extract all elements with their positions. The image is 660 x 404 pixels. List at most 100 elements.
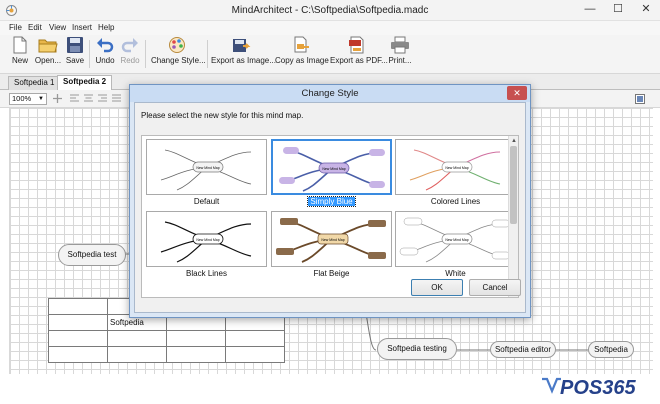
menu-view[interactable]: View (49, 23, 66, 32)
mindmap-preview: New Mind Map (160, 149, 252, 191)
tab-softpedia-1[interactable]: Softpedia 1 (8, 76, 61, 90)
export-pdf-button[interactable]: Export as PDF... (330, 36, 388, 71)
style-thumb-default[interactable]: New Mind Map (146, 139, 267, 195)
style-name: White (445, 269, 466, 278)
style-thumb-flat-beige[interactable]: New Mind Map (271, 211, 392, 267)
table-cell[interactable] (225, 330, 285, 347)
style-name: Simply Blue (307, 196, 356, 207)
thumb-center-text: New Mind Map (322, 167, 345, 171)
node-softpedia-test[interactable]: Softpedia test (58, 244, 126, 266)
scrollbar-thumb[interactable] (510, 146, 517, 224)
toolbar-separator (207, 40, 208, 68)
pos365-logo-icon: POS365 (542, 377, 636, 399)
add-icon[interactable] (53, 94, 62, 103)
mindmap-preview: New Mind Map (160, 221, 252, 263)
dialog-body: Please select the new style for this min… (134, 102, 526, 313)
style-label-colored-lines: Colored Lines (395, 197, 516, 206)
align-left-icon[interactable] (70, 94, 79, 103)
table-cell[interactable] (166, 346, 226, 363)
table-cell[interactable] (107, 330, 167, 347)
sidebar-toggle-icon[interactable] (635, 94, 645, 104)
node-softpedia-editor[interactable]: Softpedia editor (490, 341, 556, 358)
app-window: MindArchitect - C:\Softpedia\Softpedia.m… (0, 0, 660, 404)
style-label-white: White (395, 269, 516, 278)
table-cell[interactable] (107, 346, 167, 363)
cancel-button[interactable]: Cancel (469, 279, 521, 296)
undo-icon (97, 38, 114, 53)
new-button[interactable]: New (8, 36, 32, 71)
redo-button[interactable]: Redo (119, 36, 141, 71)
undo-button[interactable]: Undo (93, 36, 117, 71)
change-style-button[interactable]: Change Style... (151, 36, 206, 71)
align-right-icon[interactable] (98, 94, 107, 103)
style-label-simply-blue: Simply Blue (271, 196, 392, 207)
open-folder-icon (38, 39, 58, 53)
ok-button[interactable]: OK (411, 279, 463, 296)
table-cell[interactable] (48, 314, 108, 331)
window-title: MindArchitect - C:\Softpedia\Softpedia.m… (231, 5, 429, 16)
dialog-instruction: Please select the new style for this min… (141, 111, 304, 120)
table-cell[interactable] (166, 330, 226, 347)
style-list-scrollbar[interactable]: ▲ ▼ (508, 136, 518, 297)
mindmap-preview: New Mind Map (276, 218, 386, 263)
style-label-black-lines: Black Lines (146, 269, 267, 278)
copy-image-button[interactable]: Copy as Image (275, 36, 329, 71)
dialog-close-button[interactable]: ✕ (507, 86, 527, 100)
thumb-center-text: New Mind Map (321, 238, 344, 242)
close-icon: ✕ (641, 3, 651, 15)
save-button[interactable]: Save (63, 36, 87, 71)
scroll-up-icon[interactable]: ▲ (510, 137, 518, 145)
menu-insert[interactable]: Insert (72, 23, 92, 32)
menu-edit[interactable]: Edit (28, 23, 42, 32)
change-style-dialog: Change Style ✕ Please select the new sty… (129, 84, 531, 318)
menu-help[interactable]: Help (98, 23, 114, 32)
export-image-label: Export as Image... (211, 56, 276, 65)
chevron-down-icon: ▼ (38, 96, 44, 102)
style-thumb-black-lines[interactable]: New Mind Map (146, 211, 267, 267)
mindmap-preview: New Mind Map (409, 149, 501, 191)
style-name: Black Lines (186, 269, 227, 278)
close-button[interactable]: ✕ (632, 0, 660, 20)
export-image-icon (233, 39, 251, 52)
copy-image-label: Copy as Image (275, 56, 329, 65)
export-pdf-label: Export as PDF... (330, 56, 388, 65)
open-button[interactable]: Open... (34, 36, 62, 71)
style-thumb-white[interactable]: New Mind Map (395, 211, 516, 267)
thumb-center-text: New Mind Map (196, 166, 219, 170)
zoom-select[interactable]: 100% ▼ (9, 93, 47, 105)
node-softpedia[interactable]: Softpedia (588, 341, 634, 358)
style-thumb-colored-lines[interactable]: New Mind Map (395, 139, 516, 195)
new-label: New (11, 56, 28, 65)
export-image-button[interactable]: Export as Image... (211, 36, 276, 71)
zoom-value: 100% (12, 94, 32, 103)
redo-label: Redo (120, 56, 140, 65)
watermark-text: POS365 (560, 377, 636, 399)
undo-label: Undo (95, 56, 115, 65)
table-cell[interactable] (48, 330, 108, 347)
minimize-icon: — (584, 3, 596, 15)
open-label: Open... (34, 56, 62, 65)
style-name: Flat Beige (313, 269, 350, 278)
node-softpedia-testing[interactable]: Softpedia testing (377, 338, 457, 360)
tab-softpedia-2[interactable]: Softpedia 2 (57, 75, 113, 91)
dialog-title: Change Style (130, 85, 530, 102)
table-cell[interactable] (48, 298, 108, 315)
thumb-center-text: New Mind Map (196, 238, 219, 242)
align-justify-icon[interactable] (112, 94, 121, 103)
print-button[interactable]: Print... (386, 36, 414, 71)
style-label-flat-beige: Flat Beige (271, 269, 392, 278)
minimize-button[interactable]: — (576, 0, 604, 20)
mindmap-preview: New Mind Map (399, 217, 511, 263)
toolbar-separator (145, 40, 146, 68)
table-cell[interactable] (225, 346, 285, 363)
maximize-button[interactable]: ☐ (604, 0, 632, 20)
style-list[interactable]: New Mind Map New Mind Map New Mind Map D… (141, 135, 519, 298)
table-row (48, 346, 285, 363)
new-file-icon (13, 36, 27, 54)
align-center-icon[interactable] (84, 94, 93, 103)
menu-file[interactable]: File (9, 23, 22, 32)
thumb-center-text: New Mind Map (445, 238, 468, 242)
main-toolbar: New Open... Save Undo Redo Change Style.… (0, 35, 660, 74)
table-cell[interactable] (48, 346, 108, 363)
style-thumb-simply-blue[interactable]: New Mind Map (271, 139, 392, 195)
